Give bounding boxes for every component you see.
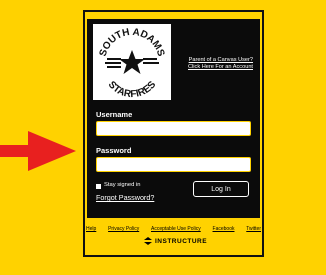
red-arrow-icon [28, 131, 76, 171]
username-label: Username [96, 110, 133, 119]
red-arrow-shaft [0, 145, 30, 157]
instructure-brand[interactable]: INSTRUCTURE [144, 237, 207, 245]
footer-link-acceptable-use[interactable]: Acceptable Use Policy [151, 226, 201, 232]
instructure-brand-text: INSTRUCTURE [155, 237, 208, 245]
parent-link-line2[interactable]: Click Here For an Account [163, 64, 253, 71]
stay-signed-in-label: Stay signed in [104, 182, 141, 188]
footer-links: Help Privacy Policy Acceptable Use Polic… [86, 226, 261, 232]
stay-signed-in-checkbox[interactable] [96, 184, 101, 189]
footer-link-help[interactable]: Help [86, 226, 96, 232]
footer-link-twitter[interactable]: Twitter [246, 226, 261, 232]
parent-account-link[interactable]: Parent of a Canvas User? Click Here For … [163, 57, 253, 71]
username-input[interactable] [96, 121, 251, 136]
password-input[interactable] [96, 157, 251, 172]
school-logo: SOUTH ADAMS STARFIRES [93, 24, 171, 100]
footer-link-privacy[interactable]: Privacy Policy [108, 226, 139, 232]
forgot-password-link[interactable]: Forgot Password? [96, 193, 154, 202]
parent-link-line1[interactable]: Parent of a Canvas User? [163, 57, 253, 64]
login-button[interactable]: Log In [193, 181, 249, 197]
login-panel: SOUTH ADAMS STARFIRES Parent of a Canvas… [87, 19, 260, 218]
instructure-logo-icon [144, 237, 152, 245]
password-label: Password [96, 146, 132, 155]
footer-link-facebook[interactable]: Facebook [213, 226, 235, 232]
